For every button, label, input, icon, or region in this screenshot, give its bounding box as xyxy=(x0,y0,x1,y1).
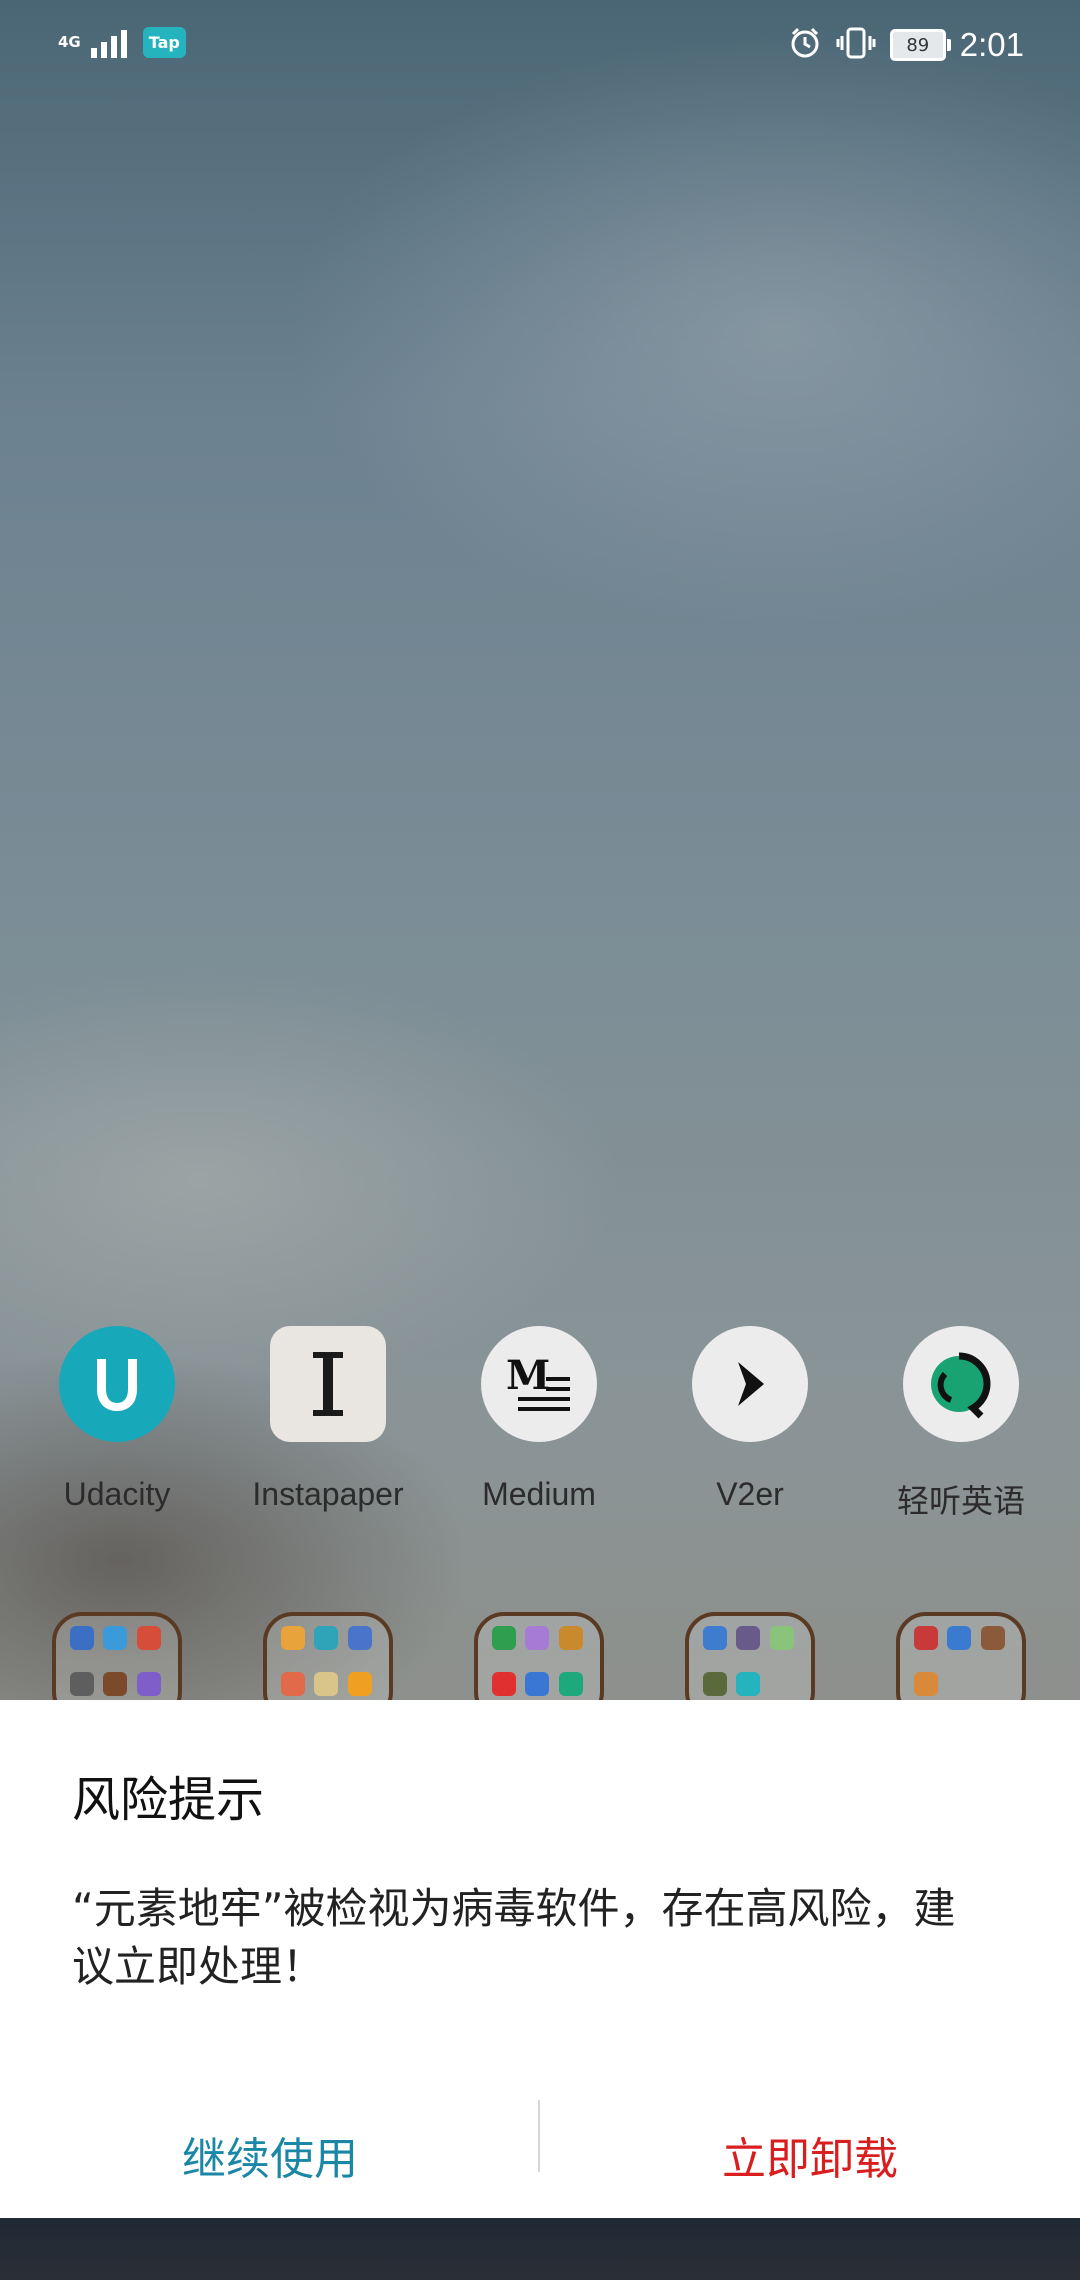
dialog-message: “元素地牢”被检视为病毒软件，存在高风险，建议立即处理！ xyxy=(72,1884,956,1991)
tap-notification-icon: Tap xyxy=(142,26,186,58)
folder-app-icon xyxy=(103,1626,128,1650)
qingting-english-icon xyxy=(903,1326,1019,1442)
folder-app-icon xyxy=(558,1672,583,1696)
folder-app-icon xyxy=(314,1672,339,1696)
app-label: Instapaper xyxy=(252,1476,404,1512)
folder-app-icon xyxy=(314,1626,339,1650)
folder-app-icon xyxy=(980,1626,1005,1650)
folder-app-icon xyxy=(703,1672,727,1696)
app-label: 轻听英语 xyxy=(896,1483,1025,1519)
folder-app-icon xyxy=(281,1626,305,1650)
vibrate-icon xyxy=(836,26,876,64)
signal-icon xyxy=(90,26,127,58)
folder-app-icon xyxy=(492,1626,516,1650)
app-label: Udacity xyxy=(63,1476,171,1512)
v2er-icon xyxy=(692,1326,808,1442)
app-row: Udacity Instapaper M Medium V2er 轻听英语 xyxy=(0,1326,1080,1526)
folder-app-icon xyxy=(347,1626,372,1650)
folder-app-icon xyxy=(525,1626,550,1650)
folder-app-icon xyxy=(103,1672,128,1696)
folder-app-icon xyxy=(347,1672,372,1696)
alarm-icon xyxy=(788,26,822,64)
continue-using-button[interactable]: 继续使用 xyxy=(0,2100,540,2210)
udacity-icon xyxy=(59,1326,175,1442)
network-type: 4G xyxy=(58,32,81,51)
folder-app-icon xyxy=(914,1672,938,1696)
battery-level: 89 xyxy=(906,34,930,56)
app-v2er[interactable]: V2er xyxy=(650,1326,850,1513)
folder-app-icon xyxy=(136,1672,161,1696)
folder-app-icon xyxy=(525,1672,550,1696)
medium-icon: M xyxy=(481,1326,597,1442)
folder-app-icon xyxy=(281,1672,305,1696)
risk-warning-dialog: 风险提示 “元素地牢”被检视为病毒软件，存在高风险，建议立即处理！ 继续使用 立… xyxy=(0,1700,1080,2218)
app-label: V2er xyxy=(716,1476,784,1512)
app-qingting-english[interactable]: 轻听英语 xyxy=(861,1326,1061,1522)
folder-app-icon xyxy=(736,1672,761,1696)
dialog-title: 风险提示 xyxy=(72,1772,265,1828)
svg-text:M: M xyxy=(506,1352,550,1399)
battery-icon: 89 xyxy=(889,29,951,61)
folder-app-icon xyxy=(70,1672,94,1696)
app-medium[interactable]: M Medium xyxy=(439,1326,639,1513)
folder-app-icon xyxy=(558,1626,583,1650)
uninstall-now-button[interactable]: 立即卸载 xyxy=(540,2100,1080,2210)
status-bar: 4G Tap 89 2:01 xyxy=(0,0,1080,92)
folder-row xyxy=(0,1612,1080,1722)
folder-app-icon xyxy=(703,1626,727,1650)
navigation-bar-background xyxy=(0,2218,1080,2280)
app-instapaper[interactable]: Instapaper xyxy=(228,1326,428,1513)
folder-app-icon xyxy=(492,1672,516,1696)
app-udacity[interactable]: Udacity xyxy=(17,1326,217,1513)
folder-app-icon xyxy=(136,1626,161,1650)
folder-app-icon xyxy=(947,1626,972,1650)
folder-app-icon xyxy=(736,1626,761,1650)
folder-app-icon xyxy=(914,1626,938,1650)
app-label: Medium xyxy=(482,1476,596,1512)
clock: 2:01 xyxy=(959,26,1024,63)
folder-app-icon xyxy=(769,1626,794,1650)
instapaper-icon xyxy=(270,1326,386,1442)
folder-app-icon xyxy=(70,1626,94,1650)
